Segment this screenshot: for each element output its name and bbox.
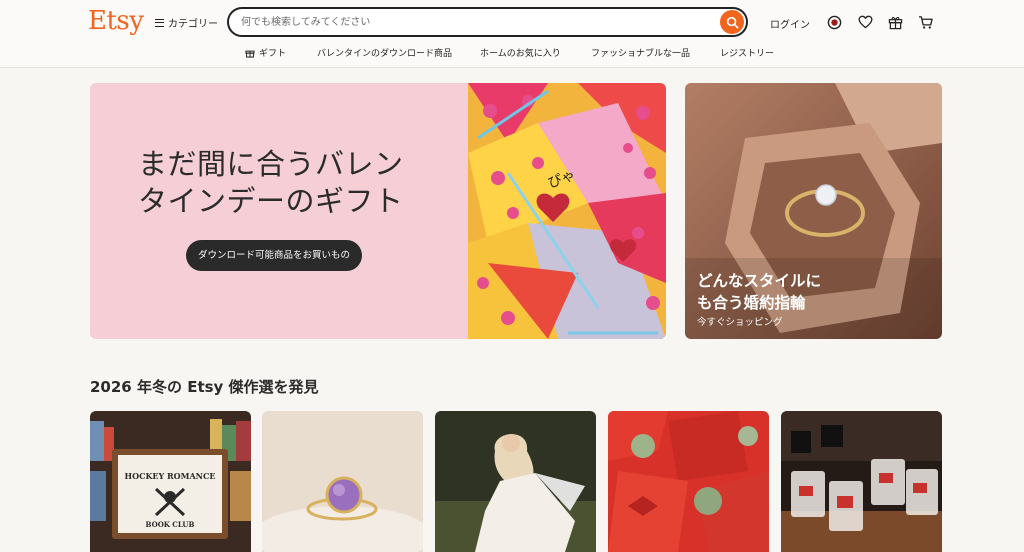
pick-card-hockey-sign[interactable]: HOCKEY ROMANCE BOOK CLUB (90, 411, 251, 552)
promo-shop-now-link[interactable]: 今すぐショッピング (697, 314, 783, 328)
search-icon (726, 16, 738, 28)
product-image (781, 411, 942, 552)
product-image: HOCKEY ROMANCE BOOK CLUB (90, 411, 251, 552)
pick-card-dress[interactable] (435, 411, 596, 552)
hero-title-line: まだ間に合うバレン (138, 147, 404, 181)
product-image (262, 411, 423, 552)
promo-title: どんなスタイルに も合う婚約指輪 (697, 270, 897, 314)
sign-text: BOOK CLUB (146, 520, 195, 529)
nav-item-valentine-downloads[interactable]: バレンタインのダウンロード商品 (317, 46, 452, 59)
promo-title-line: も合う婚約指輪 (697, 294, 806, 312)
nav-label: ギフト (259, 49, 287, 59)
promo-title-line: どんなスタイルに (697, 272, 822, 290)
heart-icon[interactable] (857, 14, 873, 30)
nav-item-fashion[interactable]: ファッショナブルな一品 (591, 46, 690, 59)
pick-card-red-cards[interactable] (608, 411, 769, 552)
valentine-hero-banner: まだ間に合うバレン タインデーのギフト ダウンロード可能商品をお買いもの ぴゃ (90, 83, 666, 339)
shop-downloads-button[interactable]: ダウンロード可能商品をお買いもの (186, 240, 363, 271)
nav-item-registry[interactable]: レジストリー (720, 46, 774, 59)
target-icon[interactable] (826, 14, 842, 30)
login-link[interactable]: ログイン (770, 16, 810, 31)
site-header: Etsy カテゴリー ログイン (0, 0, 1024, 68)
etsy-logo[interactable]: Etsy (88, 6, 144, 36)
search-input[interactable] (241, 14, 701, 31)
menu-icon (155, 18, 164, 27)
category-nav: ギフト バレンタインのダウンロード商品 ホームのお気に入り ファッショナブルな一… (0, 44, 1024, 62)
valentine-cards-image[interactable]: ぴゃ (468, 83, 666, 339)
cart-icon[interactable] (918, 14, 934, 30)
pick-card-ring[interactable] (262, 411, 423, 552)
categories-button[interactable]: カテゴリー (155, 15, 218, 30)
hero-title-line: タインデーのギフト (138, 184, 404, 218)
search-bar (227, 7, 748, 37)
section-title: 2026 年冬の Etsy 傑作選を発見 (90, 378, 319, 396)
sign-text: HOCKEY ROMANCE (125, 471, 216, 481)
categories-label: カテゴリー (168, 19, 218, 30)
nav-item-home-favorites[interactable]: ホームのお気に入り (480, 46, 561, 59)
hero-title: まだ間に合うバレン タインデーのギフト (138, 146, 438, 220)
gift-icon[interactable] (887, 14, 903, 30)
product-image (608, 411, 769, 552)
search-button[interactable] (720, 10, 744, 34)
product-image (435, 411, 596, 552)
gift-icon (245, 50, 255, 58)
nav-item-gifts[interactable]: ギフト (245, 46, 286, 59)
pick-card-hockey-glasses[interactable] (781, 411, 942, 552)
engagement-rings-promo[interactable]: どんなスタイルに も合う婚約指輪 今すぐショッピング (685, 83, 942, 339)
